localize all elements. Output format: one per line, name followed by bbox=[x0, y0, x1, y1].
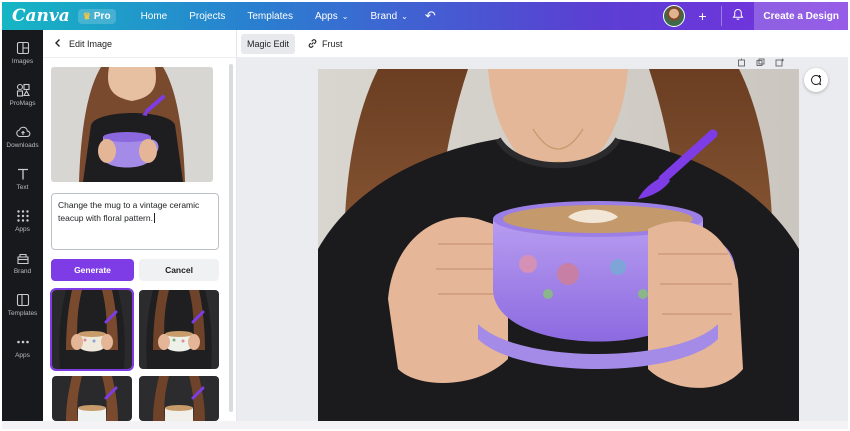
nav-templates-label: Templates bbox=[247, 10, 293, 22]
magic-edit-label: Magic Edit bbox=[247, 38, 290, 49]
chevron-left-icon[interactable] bbox=[53, 37, 65, 51]
nav-apps[interactable]: Apps ⌄ bbox=[304, 2, 360, 30]
sidebar-item-label: Brand bbox=[13, 268, 32, 275]
prompt-textarea[interactable]: Change the mug to a vintage ceramic teac… bbox=[51, 193, 219, 250]
nav-home[interactable]: Home bbox=[130, 2, 179, 30]
main-nav: Home Projects Templates Apps ⌄ Brand ⌄ bbox=[130, 2, 419, 30]
cloud-upload-icon bbox=[15, 126, 30, 138]
text-cursor bbox=[153, 212, 155, 223]
apps-icon bbox=[16, 210, 29, 222]
sidebar-item-label: Apps bbox=[15, 352, 30, 359]
result-thumbnail-4[interactable] bbox=[139, 376, 219, 421]
link-icon bbox=[308, 39, 317, 48]
result-thumbnail-2[interactable] bbox=[139, 290, 219, 369]
templates-icon bbox=[16, 293, 29, 307]
pro-badge-label: Pro bbox=[93, 10, 111, 22]
sidebar-item-images[interactable]: Images bbox=[2, 40, 43, 65]
sidebar-item-promags[interactable]: ProMags bbox=[2, 82, 43, 107]
avatar[interactable] bbox=[663, 5, 686, 27]
nav-templates[interactable]: Templates bbox=[236, 2, 304, 30]
frust-label: Frust bbox=[322, 38, 343, 49]
brand-icon bbox=[16, 253, 29, 265]
cancel-button[interactable]: Cancel bbox=[139, 259, 219, 281]
coffee-photo-thumbnail bbox=[51, 67, 213, 182]
sidebar-item-label: ProMags bbox=[9, 100, 36, 107]
undo-icon[interactable]: ↶ bbox=[425, 8, 436, 24]
teacup-result-image bbox=[139, 376, 219, 421]
app-frame: Canva ♛ Pro Home Projects Templates Apps… bbox=[0, 0, 850, 431]
canva-logo[interactable]: Canva bbox=[12, 6, 70, 26]
woman-holding-teacup-image bbox=[318, 69, 799, 421]
crown-icon: ♛ bbox=[82, 10, 91, 21]
pro-badge: ♛ Pro bbox=[77, 8, 116, 24]
teacup-result-image bbox=[52, 290, 132, 369]
add-icon[interactable]: + bbox=[693, 8, 711, 24]
sidebar-item-label: Apps bbox=[15, 226, 30, 233]
sidebar-item-text[interactable]: Text bbox=[2, 166, 43, 191]
duplicate-icon[interactable] bbox=[756, 58, 765, 67]
text-icon bbox=[17, 168, 28, 180]
panel-header: Edit Image bbox=[43, 30, 237, 58]
nav-brand[interactable]: Brand ⌄ bbox=[359, 2, 418, 30]
nav-apps-label: Apps bbox=[314, 10, 338, 22]
sidebar-item-label: Downloads bbox=[6, 142, 39, 149]
comment-plus-icon bbox=[811, 74, 822, 86]
lock-icon[interactable] bbox=[737, 58, 746, 67]
result-thumbnail-1[interactable] bbox=[52, 290, 132, 369]
panel-title: Edit Image bbox=[69, 38, 113, 49]
top-bar: Canva ♛ Pro Home Projects Templates Apps… bbox=[2, 2, 848, 30]
teacup-result-image bbox=[52, 376, 132, 421]
top-right-actions: + Create a Design bbox=[663, 2, 848, 30]
frust-button[interactable]: Frust bbox=[301, 34, 349, 54]
main-photo[interactable] bbox=[318, 69, 799, 421]
design-canvas[interactable] bbox=[237, 58, 848, 421]
add-comment-button[interactable] bbox=[804, 68, 828, 92]
nav-projects-label: Projects bbox=[189, 10, 226, 22]
sidebar-item-downloads[interactable]: Downloads bbox=[2, 124, 43, 149]
teacup-result-image bbox=[139, 290, 219, 369]
sidebar-item-brand[interactable]: Brand bbox=[2, 250, 43, 275]
bell-icon[interactable] bbox=[732, 8, 744, 24]
sidebar-item-label: Images bbox=[11, 58, 34, 65]
chevron-down-icon: ⌄ bbox=[401, 11, 408, 21]
create-design-button[interactable]: Create a Design bbox=[754, 2, 848, 30]
panel-scrollbar[interactable] bbox=[229, 64, 233, 412]
images-icon bbox=[16, 41, 29, 55]
context-toolbar: Magic Edit Frust bbox=[237, 30, 848, 58]
sidebar-item-label: Text bbox=[16, 184, 29, 191]
page-tools bbox=[737, 58, 784, 67]
chevron-down-icon: ⌄ bbox=[341, 11, 349, 21]
generate-button[interactable]: Generate bbox=[51, 259, 134, 281]
divider bbox=[721, 6, 723, 26]
promags-icon bbox=[16, 83, 30, 97]
more-icon bbox=[16, 340, 29, 344]
edit-image-panel: Edit Image Change the mug to a vintage c… bbox=[43, 30, 237, 421]
nav-brand-label: Brand bbox=[370, 10, 398, 22]
nav-projects[interactable]: Projects bbox=[178, 2, 236, 30]
sidebar-item-apps[interactable]: Apps bbox=[2, 208, 43, 233]
prompt-text: Change the mug to a vintage ceramic teac… bbox=[58, 200, 200, 223]
nav-home-label: Home bbox=[140, 10, 168, 22]
sidebar-item-label: Templates bbox=[7, 310, 38, 317]
bottom-strip bbox=[2, 421, 848, 429]
magic-edit-button[interactable]: Magic Edit bbox=[241, 33, 296, 54]
left-sidebar: Images ProMags Downloads Text Apps Brand… bbox=[2, 30, 43, 421]
sidebar-item-more-apps[interactable]: Apps bbox=[2, 334, 43, 359]
add-page-icon[interactable] bbox=[775, 58, 784, 67]
original-image-preview[interactable] bbox=[51, 67, 213, 182]
result-thumbnail-3[interactable] bbox=[52, 376, 132, 421]
sidebar-item-templates[interactable]: Templates bbox=[2, 292, 43, 317]
